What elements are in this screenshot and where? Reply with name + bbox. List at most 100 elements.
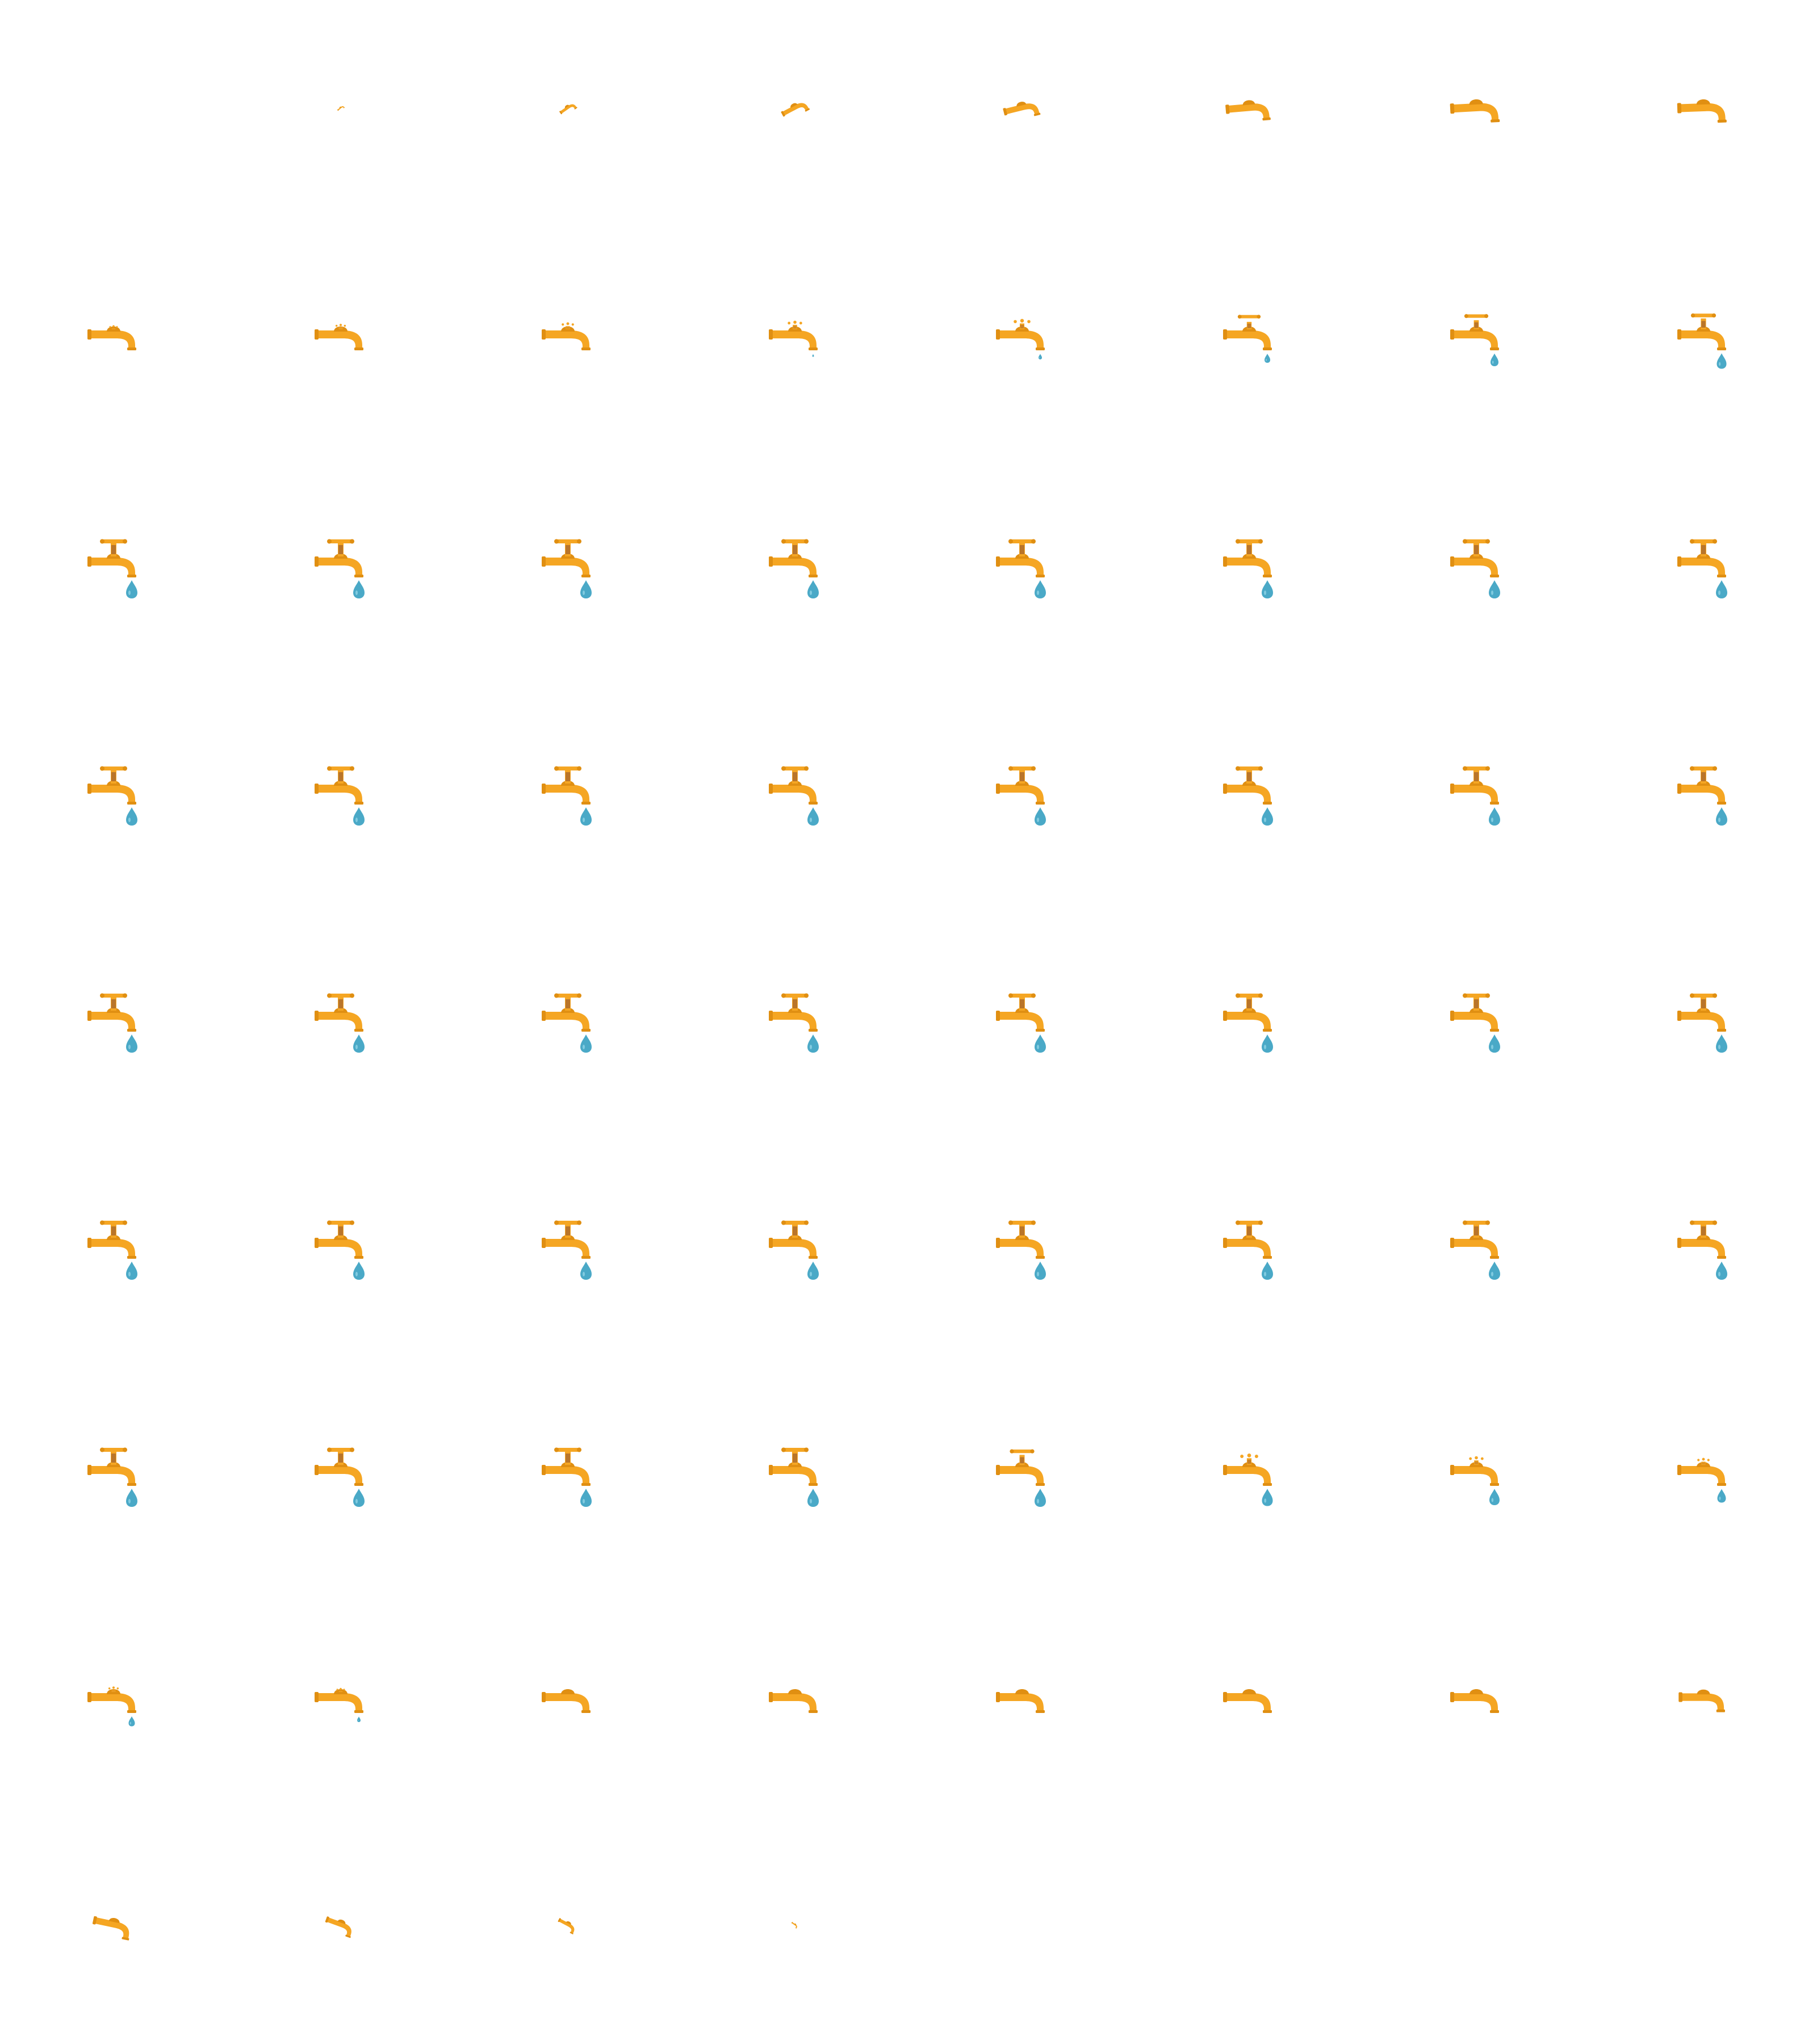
sprite-frame: [681, 1590, 909, 1817]
sprite-frame: [227, 1590, 454, 1817]
faucet-flange: [542, 1238, 546, 1248]
water-drop-icon: [580, 807, 592, 826]
water-drop-icon: [1262, 807, 1273, 826]
drop-highlight: [583, 590, 585, 595]
faucet-icon: [1450, 99, 1500, 123]
spout-lip: [1036, 1029, 1045, 1032]
valve-knob-right: [577, 1447, 581, 1452]
valve-handle-icon: [1240, 1453, 1258, 1465]
valve-core: [793, 545, 797, 554]
sprite-frame: [1136, 1590, 1363, 1817]
water-drop-icon: [1039, 354, 1042, 359]
faucet-flange: [87, 1692, 91, 1702]
faucet-icon: [542, 766, 592, 826]
drop-highlight: [583, 1272, 585, 1276]
valve-knob-left: [1008, 766, 1013, 771]
drop-highlight: [129, 1722, 131, 1725]
sprite-frame: [0, 0, 227, 227]
sprite-frame: [909, 1590, 1136, 1817]
spout-lip: [581, 347, 591, 350]
valve-crossbar: [1465, 1221, 1488, 1225]
valve-spark-right: [1480, 1457, 1484, 1460]
valve-core: [1701, 772, 1706, 781]
water-drop-icon: [812, 354, 814, 357]
spout-lip: [127, 1483, 136, 1486]
water-drop: [126, 807, 137, 826]
valve-handle-icon: [100, 1220, 127, 1238]
valve-core: [1701, 545, 1706, 554]
valve-knob-left: [781, 539, 786, 544]
drop-highlight: [128, 1499, 131, 1503]
faucet-flange: [315, 1238, 319, 1248]
valve-knob-left: [1008, 993, 1013, 998]
spout-lip: [1263, 1256, 1272, 1259]
valve-spark-center: [793, 320, 797, 324]
valve-knob-right: [1713, 1220, 1717, 1225]
water-drop-icon: [807, 807, 819, 826]
valve-core: [1474, 1226, 1479, 1235]
faucet-pipe: [317, 558, 362, 576]
water-drop: [1039, 354, 1042, 359]
valve-handle-icon: [1463, 766, 1490, 784]
spout-lip: [1490, 1029, 1499, 1032]
faucet-icon: [781, 103, 810, 117]
faucet-pipe: [1452, 1466, 1498, 1484]
valve-core: [339, 328, 342, 329]
faucet-pipe: [1225, 785, 1271, 803]
faucet-icon: [769, 993, 819, 1053]
water-drop: [353, 580, 365, 598]
faucet-icon: [1223, 993, 1273, 1053]
faucet-icon: [315, 1687, 363, 1722]
valve-handle-icon: [1690, 539, 1717, 556]
sprite-frame: [1590, 1136, 1817, 1363]
water-drop-icon: [126, 580, 137, 598]
water-drop-icon: [1489, 807, 1500, 826]
sprite-frame: [909, 1136, 1136, 1363]
faucet-icon: [1223, 315, 1272, 363]
faucet-flange: [1223, 1692, 1227, 1702]
faucet-pipe: [998, 785, 1044, 803]
faucet-flange: [1677, 1011, 1681, 1021]
faucet-icon: [337, 106, 345, 111]
valve-dome: [1015, 1689, 1029, 1694]
faucet-icon: [542, 539, 592, 598]
faucet-flange: [1223, 784, 1227, 794]
drop-highlight: [810, 590, 812, 595]
water-drop: [807, 580, 819, 598]
faucet-icon: [769, 320, 818, 357]
valve-handle-icon: [781, 1220, 809, 1238]
faucet-flange: [769, 556, 773, 567]
sprite-frame: [454, 1590, 681, 1817]
valve-crossbar: [102, 539, 125, 543]
valve-spark-left: [108, 1687, 111, 1690]
sprite-frame: [909, 454, 1136, 681]
water-drop: [1035, 580, 1046, 598]
faucet-icon: [542, 322, 591, 350]
faucet-icon: [87, 1220, 137, 1280]
water-drop-icon: [1035, 1489, 1046, 1507]
valve-crossbar: [1238, 994, 1261, 998]
sprite-frame: [227, 227, 454, 454]
faucet-pipe: [317, 1012, 362, 1030]
faucet-pipe: [317, 1239, 362, 1257]
water-drop-icon: [126, 807, 137, 826]
valve-knob-left: [1236, 993, 1240, 998]
valve-crossbar: [102, 994, 125, 998]
valve-handle-icon: [1014, 319, 1031, 329]
faucet-flange: [87, 1011, 91, 1021]
water-drop-icon: [1262, 1262, 1273, 1280]
valve-knob-left: [1010, 1449, 1014, 1454]
water-drop: [1262, 807, 1273, 826]
water-drop: [1491, 353, 1498, 366]
valve-dome: [1469, 99, 1483, 105]
faucet-pipe: [544, 558, 589, 576]
faucet-flange: [1223, 556, 1227, 567]
faucet-pipe: [90, 1466, 135, 1484]
faucet-flange: [769, 329, 773, 340]
spout-lip: [581, 802, 591, 805]
valve-core: [1020, 999, 1024, 1008]
valve-handle-icon: [1690, 766, 1717, 784]
valve-core: [793, 1454, 797, 1463]
valve-core: [338, 1454, 343, 1463]
faucet-pipe: [1452, 558, 1498, 576]
